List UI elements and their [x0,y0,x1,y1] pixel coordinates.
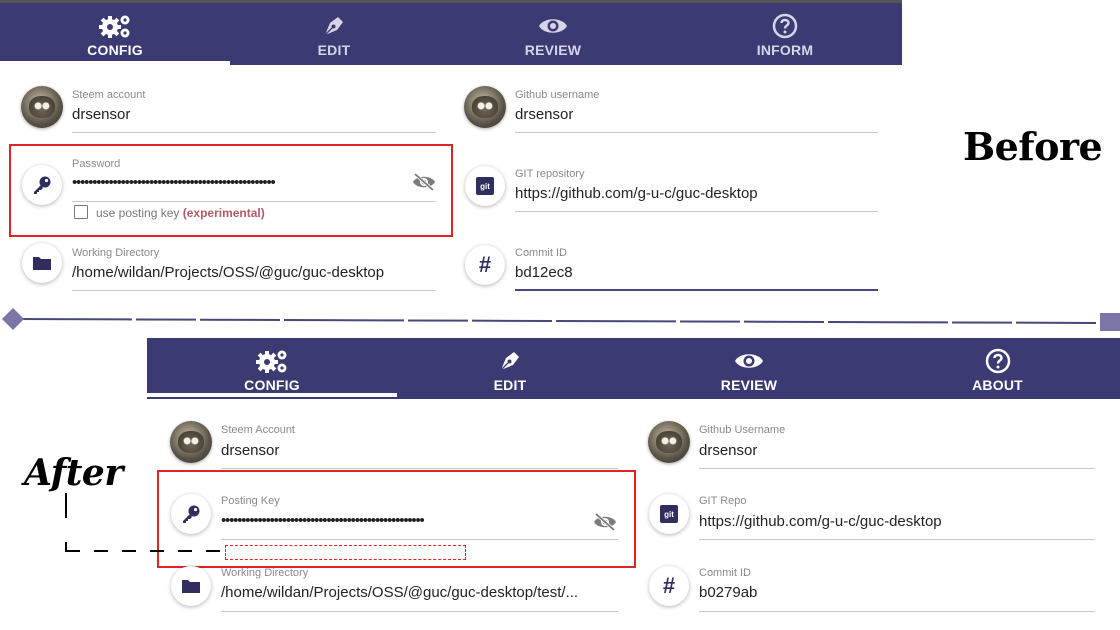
commit-id-underline [515,289,878,291]
before-panel: CONFIG EDIT REVIEW INFORM Steem account … [0,0,902,305]
git-repo-label: GIT Repo [699,495,747,507]
working-directory-field[interactable]: /home/wildan/Projects/OSS/@guc/guc-deskt… [72,264,384,281]
tab-label: CONFIG [87,42,143,58]
working-directory-underline [72,290,436,291]
github-username-label: Github Username [699,424,786,436]
avatar [464,86,506,128]
highlight-box [9,144,453,237]
github-username-field[interactable]: drsensor [699,442,757,459]
tab-label: REVIEW [720,377,778,393]
git-icon: git [649,494,689,534]
git-repository-underline [515,211,878,212]
commit-id-label: Commit ID [699,567,751,579]
working-directory-underline [221,611,618,612]
before-annotation: Before [963,124,1103,169]
tab-label: ABOUT [972,377,1023,393]
steem-account-label: Steem Account [221,424,295,436]
github-username-underline [699,468,1095,469]
tab-label: EDIT [317,42,351,58]
tab-about[interactable]: ABOUT [875,338,1120,399]
commit-id-field[interactable]: bd12ec8 [515,264,573,281]
eye-icon [734,347,764,375]
tab-edit[interactable]: EDIT [230,3,438,68]
tab-review[interactable]: REVIEW [623,338,875,399]
git-repo-field[interactable]: https://github.com/g-u-c/guc-desktop [699,513,942,530]
avatar [170,421,212,463]
folder-icon [22,243,62,283]
folder-icon [171,566,211,606]
git-repository-label: GIT repository [515,168,585,180]
avatar [648,421,690,463]
avatar [21,86,63,128]
tab-label: REVIEW [524,42,582,58]
hash-icon: # [649,566,689,606]
git-icon: git [465,166,505,206]
tab-indicator [147,393,397,397]
tab-label: CONFIG [244,377,300,393]
github-username-underline [515,132,878,133]
commit-id-field[interactable]: b0279ab [699,584,757,601]
help-icon [772,12,798,40]
tab-edit[interactable]: EDIT [397,338,623,399]
working-directory-field[interactable]: /home/wildan/Projects/OSS/@guc/guc-deskt… [221,584,618,601]
tab-config[interactable]: CONFIG [147,338,397,399]
tab-inform[interactable]: INFORM [668,3,902,68]
github-username-field[interactable]: drsensor [515,106,573,123]
steem-account-underline [72,132,436,133]
divider [2,308,1120,331]
tab-review[interactable]: REVIEW [438,3,668,68]
tab-label: EDIT [493,377,527,393]
git-repo-underline [699,539,1095,540]
working-directory-label: Working Directory [72,247,160,259]
gears-icon [255,347,289,375]
after-nav-bar: CONFIG EDIT REVIEW ABOUT [147,338,1120,399]
before-nav-bar: CONFIG EDIT REVIEW INFORM [0,3,902,65]
pen-icon [497,347,523,375]
github-username-label: Github username [515,89,600,101]
steem-account-field[interactable]: drsensor [72,106,130,123]
tab-config[interactable]: CONFIG [0,3,230,68]
steem-account-label: Steem account [72,89,146,101]
after-annotation: After [24,452,123,494]
after-panel: CONFIG EDIT REVIEW ABOUT Steem Account d… [147,338,1120,630]
steem-account-underline [221,468,618,469]
hash-icon: # [465,245,505,285]
tab-indicator [0,61,230,65]
help-icon [985,347,1011,375]
eye-icon [538,12,568,40]
commit-id-label: Commit ID [515,247,567,259]
pen-icon [321,12,347,40]
working-directory-label: Working Directory [221,567,309,579]
dashed-connector [65,493,225,552]
tab-label: INFORM [756,42,814,58]
commit-id-underline [699,611,1095,612]
steem-account-field[interactable]: drsensor [221,442,279,459]
gears-icon [98,12,132,40]
git-repository-field[interactable]: https://github.com/g-u-c/guc-desktop [515,185,758,202]
